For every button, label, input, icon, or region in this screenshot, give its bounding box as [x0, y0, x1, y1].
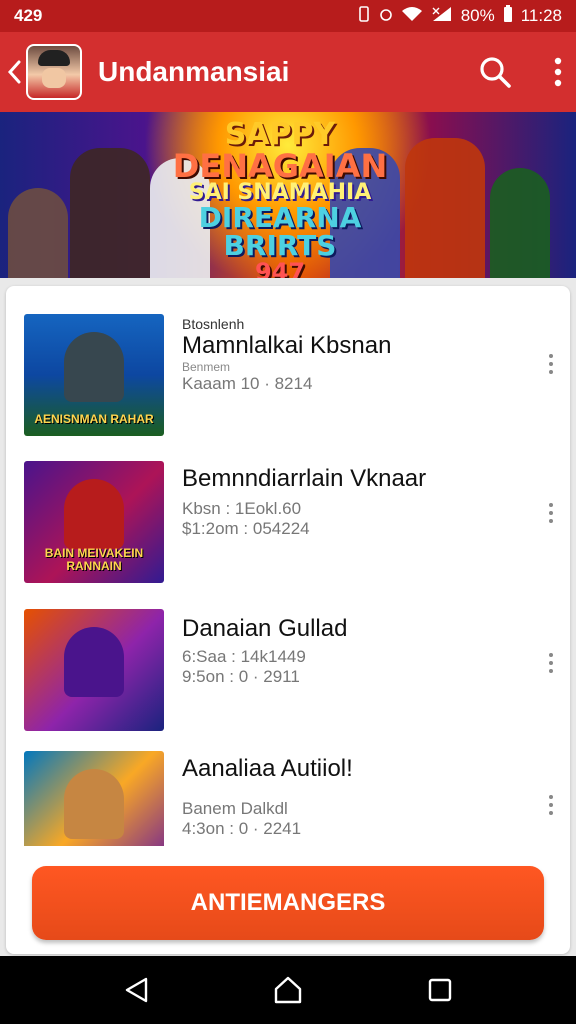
item-kicker: Btosnlenh: [182, 316, 245, 332]
signal-icon: [431, 6, 453, 27]
system-nav-bar: [0, 956, 576, 1024]
list-item[interactable]: Danaian Gullad 6:Saa : 14k1449 9:5on : 0…: [6, 609, 570, 733]
banner-hero: [490, 168, 550, 278]
home-icon[interactable]: [258, 960, 318, 1020]
thumbnail-figure: [64, 627, 124, 697]
item-more-icon[interactable]: [546, 354, 556, 374]
thumbnail-figure: [64, 769, 124, 839]
alarm-icon: [379, 6, 393, 27]
item-meta: Kbsn : 1Eokl.60: [182, 499, 302, 518]
item-title: Mamnlalkai Kbsnan: [182, 332, 392, 359]
item-meta: 4:3on : 0 · 2241: [182, 819, 302, 838]
item-more-icon[interactable]: [546, 795, 556, 815]
thumbnail-figure: [64, 479, 124, 549]
item-meta: Kaaam 10 · 8214: [182, 374, 313, 393]
thumbnail-caption: BAIN MEIVAKEIN RANNAIN: [44, 545, 144, 573]
thumbnail: [24, 751, 164, 846]
banner-hero: [8, 188, 68, 278]
battery-icon: [503, 4, 513, 28]
item-text: Btosnlenh Mamnlalkai Kbsnan Benmem Kaaam…: [182, 316, 530, 394]
banner-hero: [405, 138, 485, 278]
item-title: Danaian Gullad: [182, 615, 348, 642]
item-subtitle: Benmem: [182, 360, 231, 374]
search-icon[interactable]: [478, 55, 512, 89]
primary-action-button[interactable]: ANTIEMANGERS: [32, 866, 544, 940]
banner-headline: SAPPY DENAGAIAN SAI SNAMAHIA DIREARNA BR…: [170, 117, 390, 279]
list-item[interactable]: BAIN MEIVAKEIN RANNAIN Bemnndiarrlain Vk…: [6, 461, 570, 585]
banner-line: DIREARNA BRIRTS: [198, 201, 362, 262]
thumbnail: AENISNMAN RAHAR: [24, 314, 164, 436]
promo-banner[interactable]: SAPPY DENAGAIAN SAI SNAMAHIA DIREARNA BR…: [0, 112, 576, 278]
item-meta: Banem Dalkdl: [182, 799, 288, 818]
status-time-left: 429: [14, 6, 43, 25]
item-meta: $1:2om : 054224: [182, 519, 310, 538]
item-text: Bemnndiarrlain Vknaar Kbsn : 1Eokl.60 $1…: [182, 465, 530, 539]
avatar[interactable]: [26, 44, 82, 100]
item-more-icon[interactable]: [546, 503, 556, 523]
wifi-icon: [401, 6, 423, 27]
app-bar: Undanmansiai: [0, 32, 576, 112]
item-text: Aanaliaa Autiiol! Banem Dalkdl 4:3on : 0…: [182, 755, 530, 839]
thumbnail-caption: AENISNMAN RAHAR: [34, 411, 154, 426]
thumbnail: [24, 609, 164, 731]
item-text: Danaian Gullad 6:Saa : 14k1449 9:5on : 0…: [182, 615, 530, 687]
banner-line: SAPPY: [224, 117, 336, 152]
app-actions: [478, 55, 562, 89]
status-bar: 429 80% 11:28: [0, 0, 576, 32]
item-more-icon[interactable]: [546, 653, 556, 673]
banner-line: 947: [254, 258, 306, 278]
content-card: AENISNMAN RAHAR Btosnlenh Mamnlalkai Kbs…: [6, 286, 570, 954]
list-item[interactable]: AENISNMAN RAHAR Btosnlenh Mamnlalkai Kbs…: [6, 314, 570, 438]
item-title: Aanaliaa Autiiol!: [182, 755, 353, 782]
back-arrow-icon[interactable]: [4, 52, 24, 92]
battery-percent: 80%: [460, 6, 495, 25]
list-item[interactable]: Aanaliaa Autiiol! Banem Dalkdl 4:3on : 0…: [6, 751, 570, 846]
item-meta: 9:5on : 0 · 2911: [182, 667, 300, 686]
status-clock: 11:28: [520, 6, 562, 25]
recents-icon[interactable]: [410, 960, 470, 1020]
status-icons: 80% 11:28: [357, 4, 562, 28]
item-meta: 6:Saa : 14k1449: [182, 647, 306, 666]
thumbnail-figure: [64, 332, 124, 402]
thumbnail: BAIN MEIVAKEIN RANNAIN: [24, 461, 164, 583]
app-title: Undanmansiai: [98, 56, 290, 87]
game-list: AENISNMAN RAHAR Btosnlenh Mamnlalkai Kbs…: [6, 286, 570, 846]
back-icon[interactable]: [106, 960, 166, 1020]
item-title: Bemnndiarrlain Vknaar: [182, 465, 427, 492]
more-vert-icon[interactable]: [554, 57, 562, 87]
banner-line: DENAGAIAN: [172, 147, 388, 185]
banner-hero: [70, 148, 150, 278]
vibrate-icon: [357, 5, 371, 27]
